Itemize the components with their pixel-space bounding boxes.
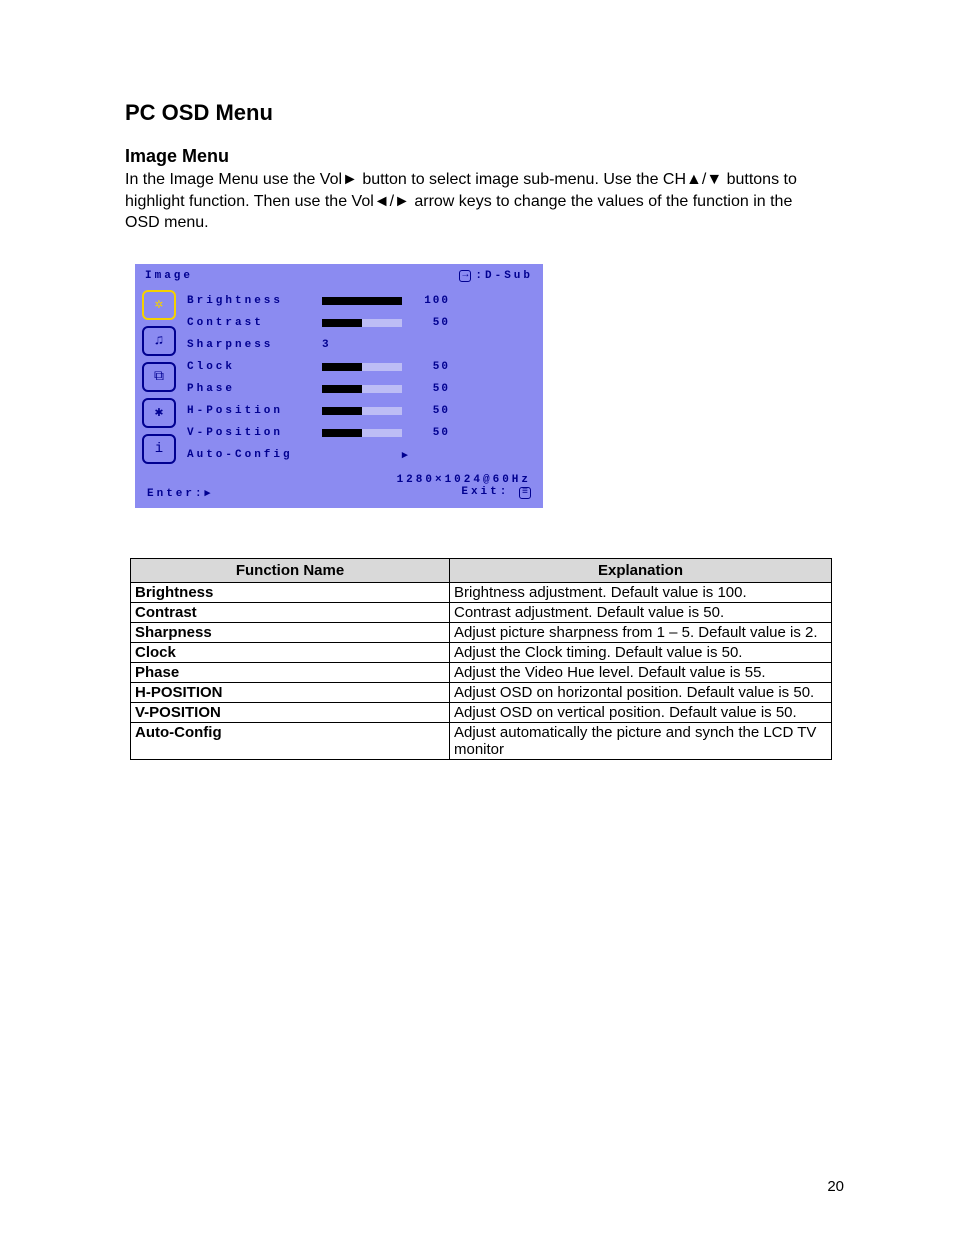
osd-item-label: V-Position [187, 427, 322, 439]
osd-tab-info[interactable]: i [142, 434, 176, 464]
osd-slider[interactable] [322, 297, 402, 305]
osd-item-value: 50 [410, 383, 450, 395]
explanation-cell: Adjust automatically the picture and syn… [450, 722, 832, 759]
osd-slider[interactable] [322, 385, 402, 393]
osd-item[interactable]: H-Position 50 [187, 400, 533, 422]
osd-item-label: H-Position [187, 405, 322, 417]
table-row: PhaseAdjust the Video Hue level. Default… [131, 662, 832, 682]
osd-item[interactable]: Phase 50 [187, 378, 533, 400]
explanation-cell: Adjust OSD on horizontal position. Defau… [450, 682, 832, 702]
table-row: Auto-ConfigAdjust automatically the pict… [131, 722, 832, 759]
explanation-cell: Brightness adjustment. Default value is … [450, 582, 832, 602]
osd-item-value: 100 [410, 295, 450, 307]
osd-item-label: Auto-Config [187, 449, 322, 461]
exit-menu-icon: ≡ [519, 487, 531, 499]
osd-item-label: Sharpness [187, 339, 322, 351]
osd-tab-strip: ✲ ♫ ⧉ ✱ i [135, 286, 183, 470]
osd-item[interactable]: Sharpness3 [187, 334, 533, 356]
page-title: PC OSD Menu [125, 100, 829, 126]
osd-source-label: :D-Sub [475, 270, 533, 282]
osd-slider[interactable] [322, 319, 402, 327]
page-number: 20 [827, 1178, 844, 1195]
intro-text: In the Image Menu use the Vol► button to… [125, 169, 829, 234]
image-icon: ✲ [155, 296, 163, 313]
osd-resolution: 1280×1024@60Hz [135, 470, 543, 486]
section-title: Image Menu [125, 146, 829, 167]
explanation-cell: Contrast adjustment. Default value is 50… [450, 602, 832, 622]
table-row: BrightnessBrightness adjustment. Default… [131, 582, 832, 602]
table-row: ClockAdjust the Clock timing. Default va… [131, 642, 832, 662]
explanation-cell: Adjust the Video Hue level. Default valu… [450, 662, 832, 682]
osd-item[interactable]: Clock 50 [187, 356, 533, 378]
osd-item-value: 50 [410, 405, 450, 417]
enter-arrow-icon: ▸ [205, 487, 211, 499]
audio-icon: ♫ [155, 333, 163, 349]
osd-item-list: Brightness100Contrast50Sharpness3Clock50… [183, 286, 543, 470]
osd-item[interactable]: Contrast 50 [187, 312, 533, 334]
function-name-cell: Contrast [131, 602, 450, 622]
osd-item-value: 50 [410, 317, 450, 329]
function-name-cell: Sharpness [131, 622, 450, 642]
function-name-cell: H-POSITION [131, 682, 450, 702]
osd-tab-audio[interactable]: ♫ [142, 326, 176, 356]
table-row: SharpnessAdjust picture sharpness from 1… [131, 622, 832, 642]
table-row: V-POSITIONAdjust OSD on vertical positio… [131, 702, 832, 722]
function-name-cell: Clock [131, 642, 450, 662]
osd-item-label: Brightness [187, 295, 322, 307]
osd-item-value: 50 [410, 361, 450, 373]
explanation-cell: Adjust picture sharpness from 1 – 5. Def… [450, 622, 832, 642]
osd-panel: Image → :D-Sub ✲ ♫ ⧉ ✱ i Brightness 100 Co… [135, 264, 543, 508]
table-header-ex: Explanation [450, 558, 832, 582]
function-table: Function Name Explanation BrightnessBrig… [130, 558, 832, 760]
osd-slider[interactable] [322, 429, 402, 437]
function-name-cell: Auto-Config [131, 722, 450, 759]
table-row: ContrastContrast adjustment. Default val… [131, 602, 832, 622]
table-header-fn: Function Name [131, 558, 450, 582]
osd-enter-label: Enter: [147, 488, 205, 500]
explanation-cell: Adjust the Clock timing. Default value i… [450, 642, 832, 662]
table-row: H-POSITIONAdjust OSD on horizontal posit… [131, 682, 832, 702]
osd-tab-setup[interactable]: ✱ [142, 398, 176, 428]
setup-icon: ✱ [155, 404, 163, 421]
osd-item-label: Contrast [187, 317, 322, 329]
osd-item[interactable]: Auto-Config ▸ [187, 444, 533, 466]
submenu-arrow-icon: ▸ [402, 448, 408, 461]
function-name-cell: V-POSITION [131, 702, 450, 722]
function-name-cell: Phase [131, 662, 450, 682]
osd-item[interactable]: Brightness 100 [187, 290, 533, 312]
input-source-icon: → [459, 270, 471, 282]
osd-item-label: Clock [187, 361, 322, 373]
osd-item-value: 3 [322, 339, 331, 351]
function-name-cell: Brightness [131, 582, 450, 602]
osd-tab-geometry[interactable]: ⧉ [142, 362, 176, 392]
osd-item-value: 50 [410, 427, 450, 439]
osd-item-label: Phase [187, 383, 322, 395]
info-icon: i [155, 441, 163, 457]
osd-slider[interactable] [322, 363, 402, 371]
osd-exit-label: Exit: [461, 486, 509, 498]
osd-item[interactable]: V-Position 50 [187, 422, 533, 444]
explanation-cell: Adjust OSD on vertical position. Default… [450, 702, 832, 722]
osd-slider[interactable] [322, 407, 402, 415]
geometry-icon: ⧉ [154, 369, 164, 385]
osd-tab-image[interactable]: ✲ [142, 290, 176, 320]
osd-tab-label: Image [145, 270, 193, 282]
